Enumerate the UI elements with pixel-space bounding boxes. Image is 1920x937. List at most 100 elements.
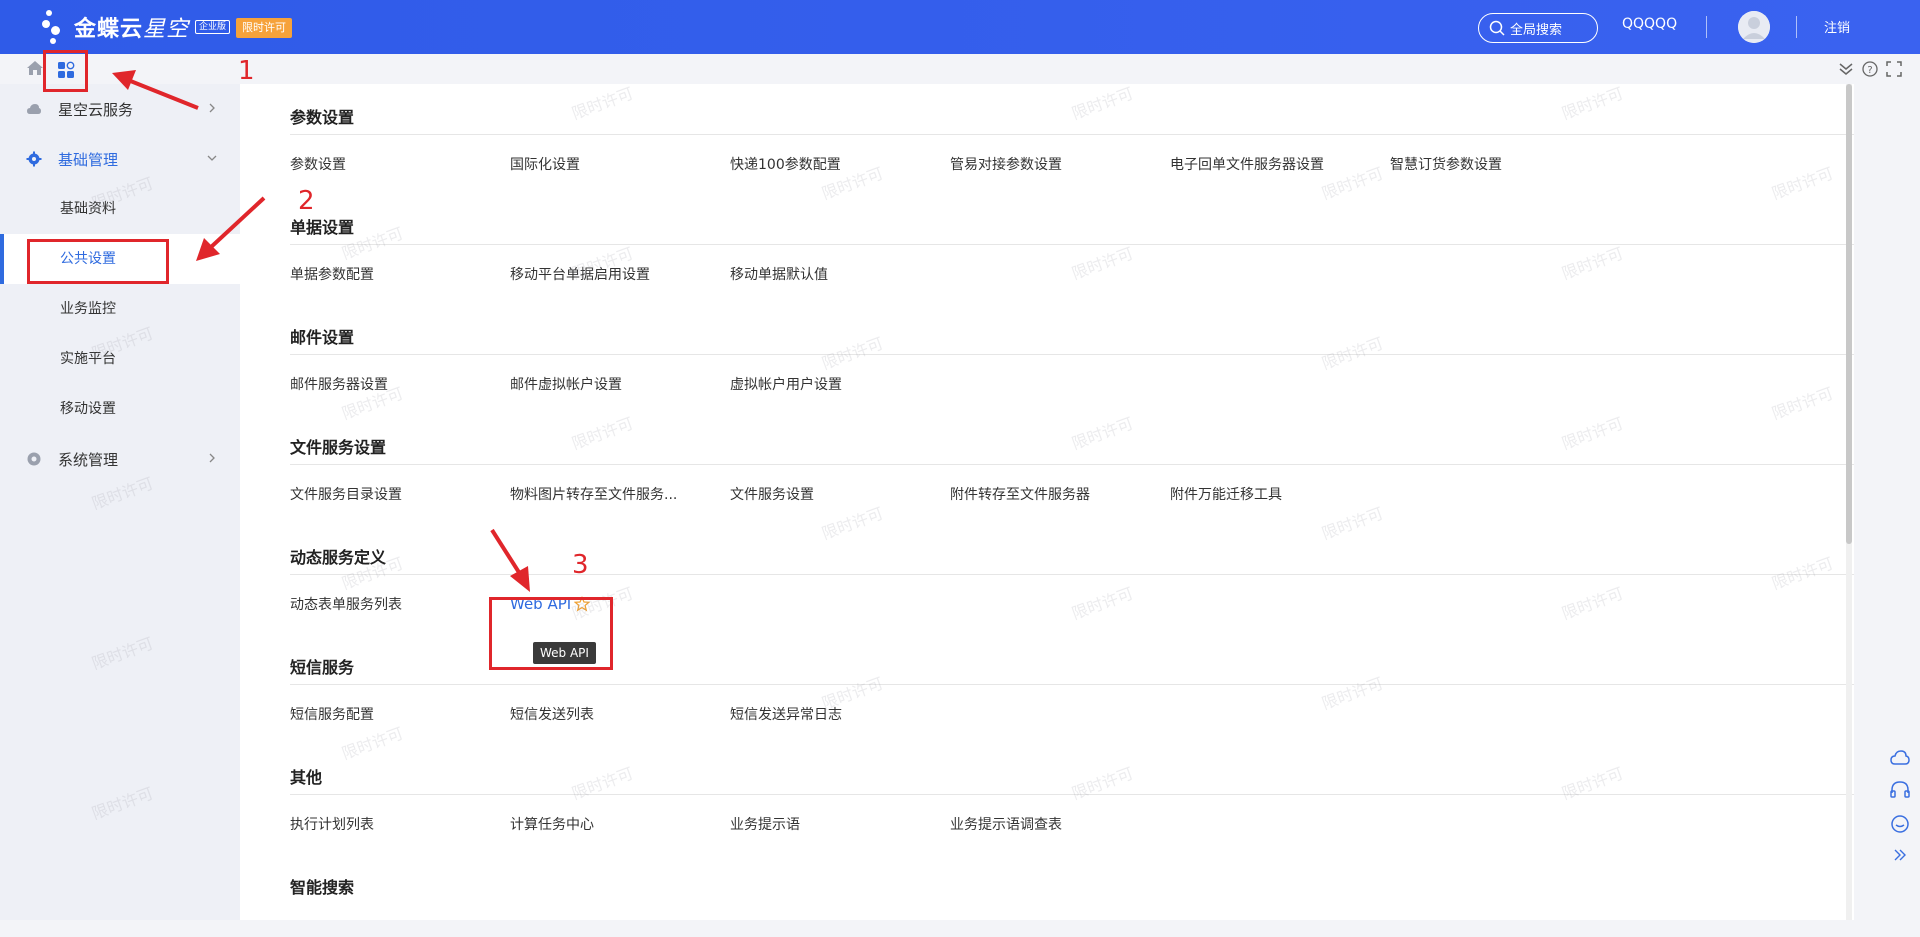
sidebar-group-system-management[interactable]: 系统管理 bbox=[0, 434, 240, 484]
section-file-service: 文件服务设置 文件服务目录设置 物料图片转存至文件服务... 文件服务设置 附件… bbox=[240, 414, 1854, 524]
status-strip bbox=[0, 920, 1920, 937]
section-title: 动态服务定义 bbox=[290, 548, 387, 567]
link-i18n-settings[interactable]: 国际化设置 bbox=[510, 154, 730, 174]
sidebar-group-label: 基础管理 bbox=[58, 150, 119, 169]
link-document-parameter-config[interactable]: 单据参数配置 bbox=[290, 264, 510, 284]
user-name[interactable]: QQQQQ bbox=[1622, 16, 1677, 32]
link-e-receipt-server[interactable]: 电子回单文件服务器设置 bbox=[1170, 154, 1390, 174]
link-attachment-migration[interactable]: 附件万能迁移工具 bbox=[1170, 484, 1390, 504]
app-root: 金蝶云星空 企业版 限时许可 全局搜索 QQQQQ 注销 ? 星空云服务 基础管… bbox=[0, 0, 1920, 937]
double-chevron-right-icon[interactable] bbox=[1892, 848, 1908, 862]
scrollbar-thumb[interactable] bbox=[1846, 84, 1852, 544]
section-document-settings: 单据设置 单据参数配置 移动平台单据启用设置 移动单据默认值 bbox=[240, 194, 1854, 304]
chevron-right-icon bbox=[209, 103, 215, 113]
link-parameter-settings[interactable]: 参数设置 bbox=[290, 154, 510, 174]
annotation-number-2: 2 bbox=[298, 186, 315, 216]
section-divider bbox=[290, 574, 1854, 575]
chevron-right-icon bbox=[209, 453, 215, 463]
sidebar-item-basic-data[interactable]: 基础资料 bbox=[0, 184, 240, 234]
tab-bar: ? bbox=[0, 54, 1920, 84]
section-title: 文件服务设置 bbox=[290, 438, 387, 457]
settings-icon bbox=[27, 452, 41, 466]
header-divider bbox=[1796, 16, 1797, 38]
section-title: 单据设置 bbox=[290, 218, 355, 237]
sidebar: 星空云服务 基础管理 基础资料 公共设置 业务监控 实施平台 移动设置 系统管理 bbox=[0, 84, 240, 920]
chat-icon[interactable] bbox=[1889, 814, 1911, 834]
sidebar-group-cloud-service[interactable]: 星空云服务 bbox=[0, 84, 240, 134]
annotation-box-1 bbox=[43, 50, 88, 92]
help-icon[interactable]: ? bbox=[1862, 61, 1878, 77]
section-divider bbox=[290, 244, 1854, 245]
avatar[interactable] bbox=[1738, 11, 1770, 43]
link-mobile-document-enable[interactable]: 移动平台单据启用设置 bbox=[510, 264, 730, 284]
section-title: 其他 bbox=[290, 768, 323, 787]
floating-toolbar bbox=[1880, 748, 1920, 862]
section-divider bbox=[290, 684, 1854, 685]
section-links: 执行计划列表 计算任务中心 业务提示语 业务提示语调查表 bbox=[290, 814, 1170, 834]
section-divider bbox=[290, 354, 1854, 355]
link-mail-virtual-account[interactable]: 邮件虚拟帐户设置 bbox=[510, 374, 730, 394]
section-divider bbox=[290, 794, 1854, 795]
svg-text:?: ? bbox=[1867, 65, 1872, 76]
section-mail-settings: 邮件设置 邮件服务器设置 邮件虚拟帐户设置 虚拟帐户用户设置 bbox=[240, 304, 1854, 414]
header-divider bbox=[1706, 16, 1707, 38]
cloud-outline-icon[interactable] bbox=[1889, 748, 1911, 766]
license-badge: 限时许可 bbox=[236, 18, 292, 38]
link-file-directory[interactable]: 文件服务目录设置 bbox=[290, 484, 510, 504]
annotation-number-1: 1 bbox=[238, 56, 255, 86]
link-material-image-transfer[interactable]: 物料图片转存至文件服务... bbox=[510, 484, 730, 504]
section-title: 邮件设置 bbox=[290, 328, 355, 347]
link-kuaidi100-config[interactable]: 快递100参数配置 bbox=[730, 154, 950, 174]
cloud-icon bbox=[27, 104, 41, 114]
link-business-tips-survey[interactable]: 业务提示语调查表 bbox=[950, 814, 1170, 834]
link-smart-order-config[interactable]: 智慧订货参数设置 bbox=[1390, 154, 1610, 174]
link-mail-server[interactable]: 邮件服务器设置 bbox=[290, 374, 510, 394]
sidebar-item-implementation-platform[interactable]: 实施平台 bbox=[0, 334, 240, 384]
logo-text: 金蝶云星空 bbox=[74, 17, 190, 42]
section-links: 文件服务目录设置 物料图片转存至文件服务... 文件服务设置 附件转存至文件服务… bbox=[290, 484, 1390, 504]
logout-button[interactable]: 注销 bbox=[1824, 17, 1850, 36]
section-links: 单据参数配置 移动平台单据启用设置 移动单据默认值 bbox=[290, 264, 950, 284]
sidebar-group-basic-management[interactable]: 基础管理 bbox=[0, 134, 240, 184]
link-file-service-settings[interactable]: 文件服务设置 bbox=[730, 484, 950, 504]
section-divider bbox=[290, 464, 1854, 465]
section-title: 短信服务 bbox=[290, 658, 355, 677]
sidebar-item-business-monitor[interactable]: 业务监控 bbox=[0, 284, 240, 334]
section-smart-search: 智能搜索 bbox=[240, 854, 1854, 920]
section-links: 短信服务配置 短信发送列表 短信发送异常日志 bbox=[290, 704, 950, 724]
link-compute-task-center[interactable]: 计算任务中心 bbox=[510, 814, 730, 834]
main-content: 参数设置 参数设置 国际化设置 快递100参数配置 管易对接参数设置 电子回单文… bbox=[240, 84, 1854, 920]
user-avatar-icon bbox=[1738, 11, 1770, 43]
section-sms-service: 短信服务 短信服务配置 短信发送列表 短信发送异常日志 bbox=[240, 634, 1854, 744]
section-links: 邮件服务器设置 邮件虚拟帐户设置 虚拟帐户用户设置 bbox=[290, 374, 950, 394]
link-virtual-account-user[interactable]: 虚拟帐户用户设置 bbox=[730, 374, 950, 394]
double-chevron-down-icon[interactable] bbox=[1838, 61, 1854, 77]
link-guanyi-config[interactable]: 管易对接参数设置 bbox=[950, 154, 1170, 174]
fullscreen-icon[interactable] bbox=[1886, 61, 1902, 77]
top-header: 金蝶云星空 企业版 限时许可 全局搜索 QQQQQ 注销 bbox=[0, 0, 1920, 54]
link-sms-send-list[interactable]: 短信发送列表 bbox=[510, 704, 730, 724]
home-icon[interactable] bbox=[26, 60, 44, 76]
link-dynamic-form-service[interactable]: 动态表单服务列表 bbox=[290, 594, 510, 614]
section-other: 其他 执行计划列表 计算任务中心 业务提示语 业务提示语调查表 bbox=[240, 744, 1854, 854]
section-links: 参数设置 国际化设置 快递100参数配置 管易对接参数设置 电子回单文件服务器设… bbox=[290, 154, 1610, 174]
link-sms-error-log[interactable]: 短信发送异常日志 bbox=[730, 704, 950, 724]
link-business-tips[interactable]: 业务提示语 bbox=[730, 814, 950, 834]
section-title: 智能搜索 bbox=[290, 878, 355, 897]
window-tools: ? bbox=[1838, 61, 1902, 77]
link-attachment-transfer[interactable]: 附件转存至文件服务器 bbox=[950, 484, 1170, 504]
link-sms-config[interactable]: 短信服务配置 bbox=[290, 704, 510, 724]
link-execution-plan[interactable]: 执行计划列表 bbox=[290, 814, 510, 834]
annotation-box-3 bbox=[489, 597, 613, 670]
sidebar-item-mobile-settings[interactable]: 移动设置 bbox=[0, 384, 240, 434]
section-parameter-settings: 参数设置 参数设置 国际化设置 快递100参数配置 管易对接参数设置 电子回单文… bbox=[240, 84, 1854, 194]
link-mobile-document-defaults[interactable]: 移动单据默认值 bbox=[730, 264, 950, 284]
chevron-down-icon bbox=[207, 155, 217, 161]
headset-icon[interactable] bbox=[1889, 780, 1911, 800]
edition-badge: 企业版 bbox=[195, 20, 231, 34]
annotation-box-2 bbox=[27, 239, 169, 284]
sidebar-group-label: 星空云服务 bbox=[58, 100, 134, 119]
global-search-button[interactable]: 全局搜索 bbox=[1478, 13, 1598, 43]
annotation-number-3: 3 bbox=[572, 550, 589, 580]
section-divider bbox=[290, 134, 1854, 135]
